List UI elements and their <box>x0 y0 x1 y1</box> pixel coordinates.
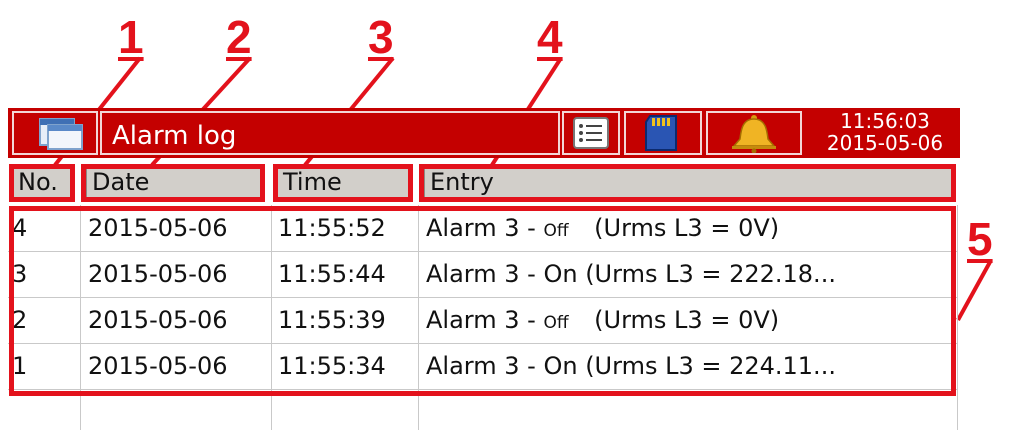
highlight-box-entries <box>9 206 956 396</box>
callout-4: 4 <box>537 11 563 63</box>
highlight-box-entry <box>419 164 956 202</box>
highlight-box-no <box>9 164 75 202</box>
window-icon <box>39 118 83 150</box>
title-bar: Alarm log 11:56:03 2015-05-06 <box>8 108 960 158</box>
clock-date: 2015-05-06 <box>826 131 944 155</box>
bell-icon <box>732 115 776 154</box>
sd-card-icon <box>645 115 677 151</box>
highlight-box-time <box>273 164 413 202</box>
clock-display: 11:56:03 2015-05-06 <box>810 108 960 158</box>
list-button[interactable] <box>562 111 620 155</box>
highlight-box-date <box>81 164 265 202</box>
list-icon <box>573 117 609 149</box>
clock-time: 11:56:03 <box>840 109 930 133</box>
callout-5: 5 <box>967 213 993 265</box>
callout-1: 1 <box>118 11 144 63</box>
bell-button[interactable] <box>706 111 802 155</box>
callout-2: 2 <box>226 11 252 63</box>
window-title: Alarm log <box>112 121 237 151</box>
sd-card-button[interactable] <box>624 111 702 155</box>
callout-3: 3 <box>368 11 394 63</box>
window-icon-button[interactable] <box>12 111 98 155</box>
